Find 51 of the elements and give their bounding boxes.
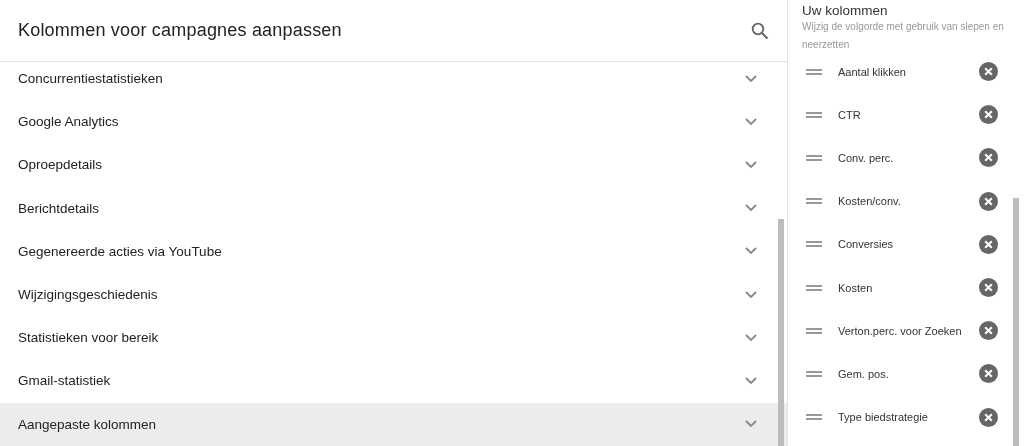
remove-icon[interactable] xyxy=(979,105,998,125)
scrollbar[interactable] xyxy=(778,219,784,446)
remove-icon[interactable] xyxy=(979,321,998,341)
remove-icon[interactable] xyxy=(979,234,998,254)
remove-icon[interactable] xyxy=(979,62,998,82)
column-name: Aantal klikken xyxy=(838,65,907,78)
category-row[interactable]: Gegenereerde acties via YouTube xyxy=(0,229,787,273)
chevron-down-icon xyxy=(745,74,757,83)
drag-handle-icon[interactable] xyxy=(806,111,822,118)
column-name: Type biedstrategie xyxy=(838,411,929,424)
chevron-down-icon xyxy=(745,247,757,256)
remove-icon[interactable] xyxy=(979,407,998,427)
drag-handle-icon[interactable] xyxy=(806,327,822,334)
category-row[interactable]: Oproepdetails xyxy=(0,143,787,187)
drag-handle-icon[interactable] xyxy=(806,198,822,205)
search-icon[interactable] xyxy=(751,21,769,40)
remove-icon[interactable] xyxy=(979,191,998,211)
chevron-down-icon xyxy=(745,117,757,126)
chevron-down-icon xyxy=(745,204,757,213)
chevron-down-icon xyxy=(745,333,757,342)
category-row[interactable]: Google Analytics xyxy=(0,100,787,144)
column-name: Kosten xyxy=(838,281,874,294)
drag-handle-icon[interactable] xyxy=(806,414,822,421)
drag-handle-icon[interactable] xyxy=(806,370,822,377)
category-row[interactable]: Wijzigingsgeschiedenis xyxy=(0,272,787,317)
column-name: Kosten/conv. xyxy=(838,195,902,208)
category-row[interactable]: Aangepaste kolommen xyxy=(0,402,787,446)
column-name: Verton.perc. voor Zoeken xyxy=(838,324,963,337)
drag-handle-icon[interactable] xyxy=(806,154,822,161)
category-row[interactable]: Berichtdetails xyxy=(0,186,787,230)
category-row[interactable]: Concurrentiestatistieken xyxy=(0,57,787,101)
chevron-down-icon xyxy=(745,376,757,385)
remove-icon[interactable] xyxy=(979,364,998,384)
drag-handle-icon[interactable] xyxy=(806,284,822,291)
panel-title: Uw kolommen xyxy=(802,3,889,18)
column-name: Gem. pos. xyxy=(838,367,890,380)
panel-hint: Wijzig de volgorde met gebruik van slepen en neerzetten xyxy=(802,20,1005,52)
category-row[interactable]: Gmail-statistiek xyxy=(0,359,787,403)
remove-icon[interactable] xyxy=(979,148,998,168)
drag-handle-icon[interactable] xyxy=(806,241,822,248)
column-name: Conversies xyxy=(838,238,895,251)
drag-handle-icon[interactable] xyxy=(806,68,822,75)
chevron-down-icon xyxy=(745,290,757,299)
column-name: CTR xyxy=(838,108,862,121)
dialog-title: Kolommen voor campagnes aanpassen xyxy=(18,20,342,41)
chevron-down-icon xyxy=(745,160,757,169)
chevron-down-icon xyxy=(745,420,757,429)
scrollbar[interactable] xyxy=(1013,198,1019,446)
column-name: Conv. perc. xyxy=(838,151,895,164)
remove-icon[interactable] xyxy=(979,278,998,298)
category-row[interactable]: Statistieken voor bereik xyxy=(0,316,787,360)
